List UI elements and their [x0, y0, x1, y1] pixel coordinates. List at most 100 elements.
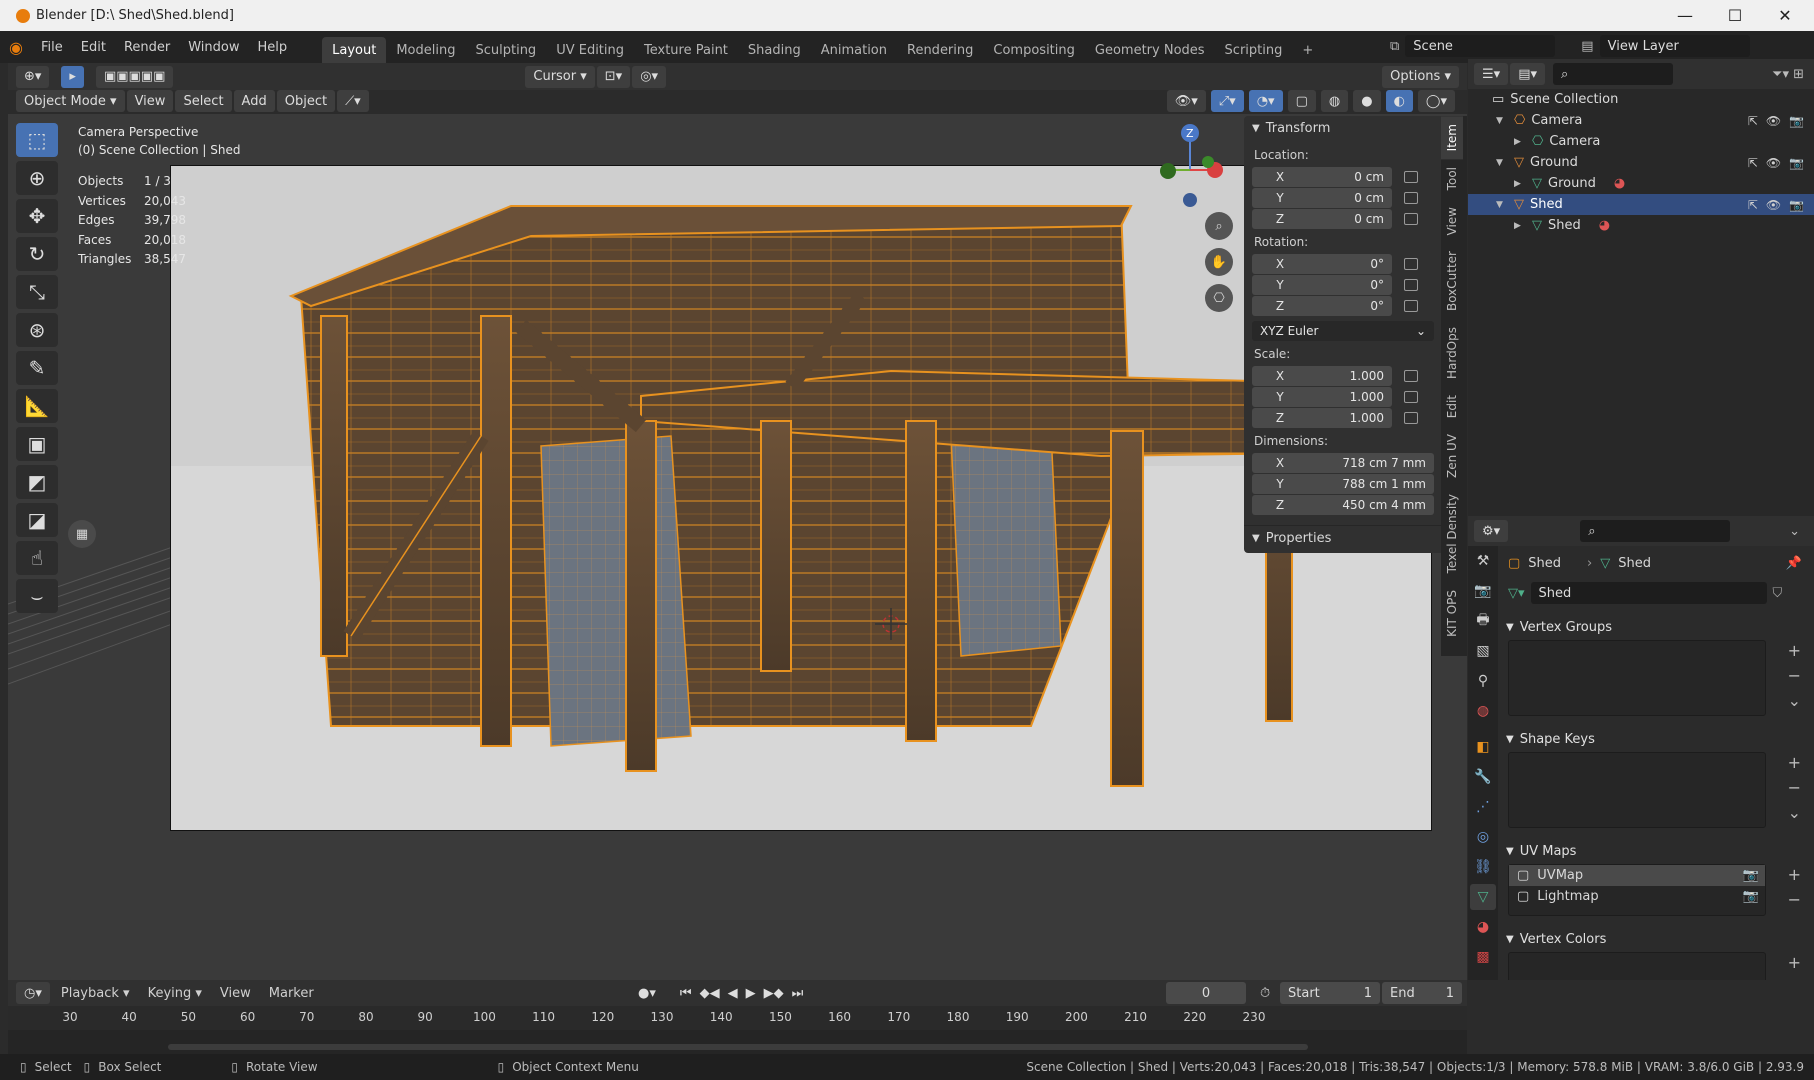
scene-tab-icon[interactable]: ⚲ — [1470, 668, 1496, 694]
cursor-tool-icon[interactable]: ⊕ — [16, 161, 58, 195]
properties-editor-type-icon[interactable]: ⚙▾ — [1474, 520, 1509, 542]
expand-arrow-icon[interactable]: ▼ — [1496, 158, 1510, 168]
kitops-icon[interactable]: ▦ — [68, 520, 96, 548]
add-workspace-button[interactable]: + — [1292, 37, 1323, 63]
select-arrow-icon[interactable]: ⇱ — [1748, 156, 1758, 170]
jump-start-icon[interactable]: ⏮ — [680, 986, 692, 1001]
scale-z-field[interactable]: Z 1.000 — [1252, 407, 1392, 428]
mode-dropdown[interactable]: Object Mode ▾ — [16, 90, 125, 112]
lock-icon[interactable] — [1404, 390, 1418, 403]
lock-icon[interactable] — [1404, 411, 1418, 424]
camera-render-icon[interactable]: 📷 — [1789, 114, 1804, 128]
tab-compositing[interactable]: Compositing — [983, 37, 1085, 63]
tab-view[interactable]: View — [1441, 199, 1463, 243]
next-keyframe-icon[interactable]: ▶◆ — [764, 986, 784, 1001]
shading-wireframe-icon[interactable]: ◍ — [1320, 90, 1349, 112]
mesh-data-tab-icon[interactable]: ▽ — [1470, 884, 1496, 910]
tab-zen-uv[interactable]: Zen UV — [1441, 426, 1463, 486]
editor-type-icon[interactable]: ⊕▾ — [16, 65, 50, 88]
lock-icon[interactable] — [1404, 299, 1418, 312]
render-icon[interactable]: 📷 — [1470, 578, 1496, 604]
scale-y-field[interactable]: Y 1.000 — [1252, 386, 1392, 407]
shading-material-icon[interactable]: ◐ — [1385, 90, 1413, 112]
outliner-row[interactable]: ▶ ▽ Shed ◕ — [1468, 215, 1814, 236]
jump-end-icon[interactable]: ⏭ — [792, 986, 804, 1001]
vertex-colors-list[interactable]: +− — [1508, 952, 1801, 980]
particles-icon[interactable]: ⋰ — [1470, 794, 1496, 820]
modifier-wrench-icon[interactable]: 🔧 — [1470, 764, 1496, 790]
scale-x-field[interactable]: X 1.000 — [1252, 365, 1392, 386]
view-layer-tab-icon[interactable]: ▧ — [1470, 638, 1496, 664]
fake-user-shield-icon[interactable]: ⛉ — [1773, 586, 1783, 601]
collapse-arrow-icon[interactable]: ▶ — [1514, 137, 1528, 147]
list-item[interactable]: ▢ UVMap 📷 — [1509, 865, 1765, 886]
outliner-search-input[interactable]: ⌕ — [1553, 63, 1673, 85]
snap-icon[interactable]: ⊡▾ — [596, 65, 631, 88]
remove-icon[interactable]: − — [1788, 890, 1801, 909]
tab-tool[interactable]: Tool — [1441, 159, 1463, 198]
rotation-x-field[interactable]: X 0° — [1252, 253, 1392, 274]
outliner-row[interactable]: ▶ ⎔ Camera — [1468, 131, 1814, 152]
outliner-row[interactable]: ▼ ▽ Ground ⇱ 👁 📷 — [1468, 152, 1814, 173]
blender-menu-icon[interactable]: ◉ — [0, 38, 32, 57]
transform-tool-icon[interactable]: ⊛ — [16, 313, 58, 347]
pan-hand-icon[interactable]: ✋ — [1205, 248, 1233, 276]
play-reverse-icon[interactable]: ◀ — [728, 986, 738, 1001]
playback-menu[interactable]: Playback ▾ — [52, 980, 139, 1006]
eye-icon[interactable]: 👁 — [1766, 114, 1781, 128]
tab-geometry-nodes[interactable]: Geometry Nodes — [1085, 37, 1215, 63]
material-icon[interactable]: ◕ — [1470, 914, 1496, 940]
chevron-down-icon[interactable]: ⌄ — [1788, 691, 1801, 710]
add-icon[interactable]: + — [1788, 953, 1801, 972]
play-icon[interactable]: ▶ — [746, 986, 756, 1001]
view-menu[interactable]: View — [126, 90, 174, 112]
maximize-button[interactable]: ☐ — [1710, 0, 1760, 31]
pivot-dropdown[interactable]: Cursor ▾ — [525, 65, 595, 88]
navigation-gizmo[interactable]: Z — [1150, 120, 1240, 220]
menu-file[interactable]: File — [32, 31, 72, 63]
collapse-arrow-icon[interactable]: ▶ — [1514, 179, 1528, 189]
view-layer-selector[interactable]: View Layer — [1599, 35, 1750, 57]
location-x-field[interactable]: X 0 cm — [1252, 166, 1392, 187]
gizmo-toggle-icon[interactable]: ⤢▾ — [1210, 90, 1244, 112]
vertex-colors-header[interactable]: ▼ Vertex Colors — [1498, 926, 1814, 952]
outliner-editor-type-icon[interactable]: ☰▾ — [1474, 63, 1509, 85]
outliner-row[interactable]: ▶ ▽ Ground ◕ — [1468, 173, 1814, 194]
dimensions-x-field[interactable]: X 718 cm 7 mm — [1252, 452, 1434, 473]
outliner-row[interactable]: ▼ ⎔ Camera ⇱ 👁 📷 — [1468, 110, 1814, 131]
camera-render-icon[interactable]: 📷 — [1789, 156, 1804, 170]
active-render-camera-icon[interactable]: 📷 — [1743, 868, 1759, 883]
vertex-groups-list[interactable]: + − ⌄ — [1508, 640, 1801, 716]
material-icon[interactable]: ◕ — [1599, 218, 1610, 233]
material-icon[interactable]: ◕ — [1614, 176, 1625, 191]
stopwatch-icon[interactable]: ⏱ — [1260, 986, 1270, 1001]
hops-tool-icon[interactable]: ◪ — [16, 503, 58, 537]
xray-toggle-icon[interactable]: ▢ — [1287, 90, 1316, 112]
select-box-icon[interactable]: ⬚ — [16, 123, 58, 157]
collapse-arrow-icon[interactable]: ▶ — [1514, 221, 1528, 231]
tab-scripting[interactable]: Scripting — [1215, 37, 1293, 63]
camera-view-icon[interactable]: ⎔ — [1205, 284, 1233, 312]
add-menu[interactable]: Add — [233, 90, 275, 112]
chevron-down-icon[interactable]: ⌄ — [1789, 524, 1800, 539]
minimize-button[interactable]: — — [1660, 0, 1710, 31]
tab-hardops[interactable]: HardOps — [1441, 319, 1463, 387]
visibility-icon[interactable]: 👁▾ — [1166, 90, 1206, 112]
list-item[interactable]: ▢ Lightmap 📷 — [1509, 886, 1765, 907]
remove-icon[interactable]: − — [1788, 978, 1801, 980]
select-tool-icon[interactable]: ▸ — [61, 65, 84, 88]
menu-window[interactable]: Window — [179, 31, 248, 63]
location-y-field[interactable]: Y 0 cm — [1252, 187, 1392, 208]
tab-texture-paint[interactable]: Texture Paint — [634, 37, 738, 63]
select-arrow-icon[interactable]: ⇱ — [1748, 114, 1758, 128]
move-tool-icon[interactable]: ✥ — [16, 199, 58, 233]
marker-menu[interactable]: Marker — [260, 980, 323, 1006]
shading-rendered-icon[interactable]: ◯▾ — [1417, 90, 1455, 112]
selection-mode-icon[interactable]: ▣▣▣▣▣ — [95, 65, 174, 88]
tab-kit-ops[interactable]: KIT OPS — [1441, 582, 1463, 645]
pin-icon[interactable]: 📌 — [1786, 556, 1802, 571]
vertex-groups-header[interactable]: ▼ Vertex Groups — [1498, 614, 1814, 640]
camera-render-icon[interactable]: 📷 — [1789, 198, 1804, 212]
shape-keys-list[interactable]: + − ⌄ — [1508, 752, 1801, 828]
start-frame-field[interactable]: Start 1 — [1280, 982, 1380, 1004]
